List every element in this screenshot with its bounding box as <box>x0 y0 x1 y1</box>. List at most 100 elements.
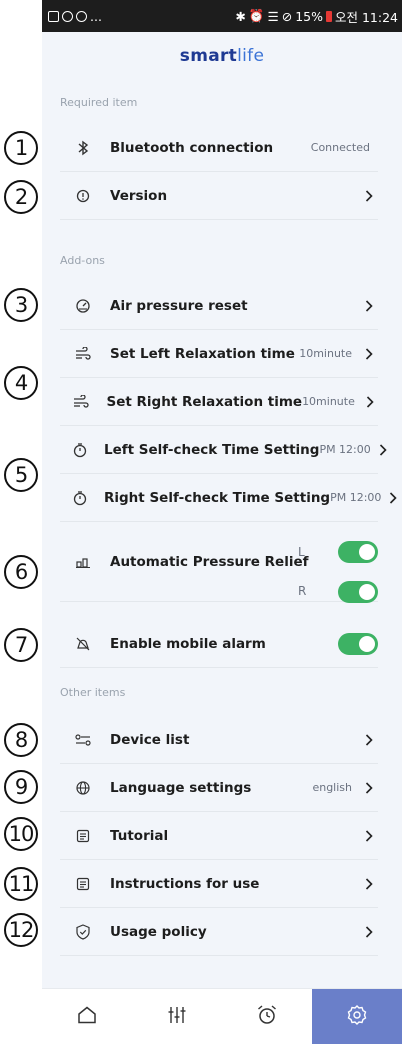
wind-icon <box>72 343 94 365</box>
auto-relief-right-toggle[interactable] <box>338 581 378 603</box>
left-self-check-label: Left Self-check Time Setting <box>104 441 320 458</box>
clock: 오전 11:24 <box>335 9 398 25</box>
annotation-4: 4 <box>4 366 38 400</box>
alarm-status-icon: ⏰ <box>248 8 265 23</box>
row-tutorial[interactable]: Tutorial <box>60 812 378 860</box>
row-usage-policy[interactable]: Usage policy <box>60 908 378 956</box>
chevron-right-icon <box>389 489 398 507</box>
row-automatic-pressure-relief: Automatic Pressure Relief <box>60 522 378 602</box>
right-toggle-label: R <box>298 584 307 598</box>
row-left-relaxation-time[interactable]: Set Left Relaxation time 10minute <box>60 330 378 378</box>
annotation-6: 6 <box>4 555 38 589</box>
document-icon <box>72 825 94 847</box>
app-notification-icon-2 <box>76 10 87 22</box>
nav-settings[interactable] <box>312 989 402 1044</box>
left-relaxation-value: 10minute <box>299 347 352 360</box>
no-signal-icon: ⊘ <box>281 8 293 24</box>
device-list-icon <box>72 729 94 751</box>
row-version[interactable]: Version <box>60 172 378 220</box>
instructions-label: Instructions for use <box>110 875 260 892</box>
auto-relief-left-toggle[interactable] <box>338 541 378 563</box>
row-bluetooth[interactable]: Bluetooth connection Connected <box>60 124 378 172</box>
battery-icon <box>326 10 332 22</box>
right-relaxation-value: 10minute <box>302 395 355 408</box>
left-self-check-value: PM 12:00 <box>319 443 371 456</box>
nav-home[interactable] <box>42 989 132 1044</box>
wifi-status-icon: ☰ <box>267 8 279 24</box>
gallery-notification-icon <box>48 10 59 22</box>
annotation-2: 2 <box>4 180 38 214</box>
bluetooth-status: Connected <box>310 141 370 154</box>
timer-icon <box>72 439 88 461</box>
annotation-5: 5 <box>4 458 38 492</box>
nav-alarm[interactable] <box>222 989 312 1044</box>
chevron-right-icon <box>360 875 378 893</box>
annotation-9: 9 <box>4 770 38 804</box>
logo-life: life <box>237 46 265 66</box>
section-other: Other items <box>60 686 126 699</box>
chevron-right-icon <box>363 393 378 411</box>
bluetooth-status-icon: ✱ <box>235 8 246 24</box>
shield-check-icon <box>72 921 94 943</box>
device-list-label: Device list <box>110 731 190 748</box>
annotation-7: 7 <box>4 628 38 662</box>
annotation-11: 11 <box>4 867 38 901</box>
smartlife-logo: smartlife <box>180 46 264 66</box>
row-right-self-check[interactable]: Right Self-check Time Setting PM 12:00 <box>60 474 398 522</box>
alarm-icon <box>256 1004 278 1030</box>
language-label: Language settings <box>110 779 252 796</box>
section-required: Required item <box>60 96 138 109</box>
timer-icon <box>72 487 88 509</box>
row-left-self-check[interactable]: Left Self-check Time Setting PM 12:00 <box>60 426 387 474</box>
row-mobile-alarm: Enable mobile alarm <box>60 620 378 668</box>
chevron-right-icon <box>360 187 378 205</box>
more-notifications: ... <box>90 8 102 24</box>
row-language-settings[interactable]: Language settings english <box>60 764 378 812</box>
row-device-list[interactable]: Device list <box>60 716 378 764</box>
settings-screen: smartlife Required item Bluetooth connec… <box>42 32 402 1044</box>
app-notification-icon <box>62 10 73 22</box>
air-pressure-label: Air pressure reset <box>110 297 248 314</box>
usage-policy-label: Usage policy <box>110 923 207 940</box>
info-icon <box>72 185 94 207</box>
bluetooth-icon <box>72 137 94 159</box>
chevron-right-icon <box>360 779 378 797</box>
tutorial-label: Tutorial <box>110 827 169 844</box>
row-air-pressure-reset[interactable]: Air pressure reset <box>60 282 378 330</box>
status-bar: ... ✱ ⏰ ☰ ⊘ 15% 오전 11:24 <box>42 0 402 32</box>
right-self-check-value: PM 12:00 <box>330 491 382 504</box>
chevron-right-icon <box>360 297 378 315</box>
settings-icon <box>346 1004 368 1030</box>
annotation-10: 10 <box>4 817 38 851</box>
chevron-right-icon <box>360 827 378 845</box>
row-instructions[interactable]: Instructions for use <box>60 860 378 908</box>
section-addons: Add-ons <box>60 254 105 267</box>
bottom-navigation <box>42 988 402 1044</box>
logo-smart: smart <box>179 46 238 66</box>
mobile-alarm-toggle[interactable] <box>338 633 378 655</box>
right-relaxation-label: Set Right Relaxation time <box>106 393 303 410</box>
language-value: english <box>312 781 352 794</box>
chevron-right-icon <box>379 441 387 459</box>
home-icon <box>77 1006 97 1028</box>
row-right-relaxation-time[interactable]: Set Right Relaxation time 10minute <box>60 378 378 426</box>
wind-icon <box>72 391 91 413</box>
gauge-icon <box>72 295 94 317</box>
annotation-3: 3 <box>4 288 38 322</box>
equalizer-icon <box>167 1005 187 1029</box>
app-header: smartlife <box>42 32 402 80</box>
bluetooth-label: Bluetooth connection <box>110 139 274 156</box>
document-icon <box>72 873 94 895</box>
globe-icon <box>72 777 94 799</box>
battery-percent: 15% <box>295 8 323 24</box>
right-self-check-label: Right Self-check Time Setting <box>104 489 331 506</box>
left-toggle-label: L <box>298 545 305 559</box>
version-label: Version <box>110 187 168 204</box>
chevron-right-icon <box>360 731 378 749</box>
annotation-8: 8 <box>4 723 38 757</box>
pressure-bars-icon <box>72 551 94 573</box>
nav-controls[interactable] <box>132 989 222 1044</box>
chevron-right-icon <box>360 345 378 363</box>
annotation-1: 1 <box>4 131 38 165</box>
alarm-off-icon <box>72 633 94 655</box>
